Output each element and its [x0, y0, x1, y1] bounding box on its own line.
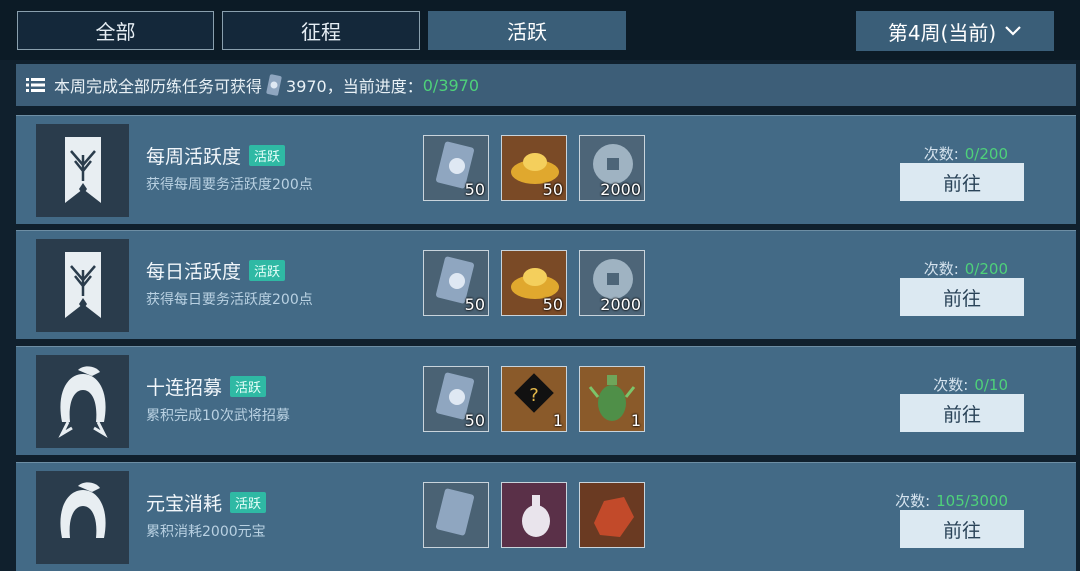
tab-all[interactable]: 全部: [17, 11, 214, 50]
goto-button[interactable]: 前往: [900, 278, 1024, 316]
reward-red-ore[interactable]: [579, 482, 645, 548]
goto-button[interactable]: 前往: [900, 510, 1024, 548]
tab-active[interactable]: 活跃: [428, 11, 626, 50]
task-count: 次数: 0/10: [933, 374, 1008, 395]
activity-badge: 活跃: [249, 145, 286, 166]
reward-token[interactable]: [423, 482, 489, 548]
reward-qty: 1: [630, 411, 641, 430]
count-label: 次数:: [923, 260, 959, 278]
goto-button[interactable]: 前往: [900, 394, 1024, 432]
reward-porcelain-vase[interactable]: [501, 482, 567, 548]
activity-badge: 活跃: [230, 376, 267, 397]
task-description: 累积完成10次武将招募: [146, 408, 290, 424]
reward-list: 50 50 2000: [423, 250, 645, 316]
goto-button[interactable]: 前往: [900, 163, 1024, 201]
task-title: 每周活跃度: [146, 146, 242, 168]
task-title: 每日活跃度: [146, 261, 242, 283]
svg-text:?: ?: [529, 385, 539, 406]
count-value: 0/10: [974, 376, 1008, 394]
reward-qty: 50: [542, 295, 563, 314]
task-description: 累积消耗2000元宝: [146, 524, 266, 540]
count-label: 次数:: [895, 492, 931, 510]
reward-mystery-item[interactable]: ? 1: [501, 366, 567, 432]
reward-qty: 2000: [600, 295, 641, 314]
task-row-weekly-activity: 每周活跃度 活跃 获得每周要务活跃度200点 50 50 2000 次数: 0/2…: [16, 115, 1076, 224]
week-selector-label: 第4周(当前): [887, 20, 997, 45]
reward-token[interactable]: 50: [423, 135, 489, 201]
reward-jade-vase[interactable]: 1: [579, 366, 645, 432]
task-count: 次数: 105/3000: [895, 490, 1008, 511]
helmet-emblem-icon: [36, 471, 129, 564]
reward-qty: 50: [464, 411, 485, 430]
task-row-ingot-spend: 元宝消耗 活跃 累积消耗2000元宝 次数: 105/3000 前往: [16, 462, 1076, 571]
task-row-ten-recruit: 十连招募 活跃 累积完成10次武将招募 50 ? 1 1 次数: 0/10 前往: [16, 346, 1076, 455]
week-selector[interactable]: 第4周(当前): [856, 11, 1054, 51]
weekly-summary-bar: 本周完成全部历练任务可获得 3970，当前进度： 0/3970: [16, 64, 1076, 106]
task-row-daily-activity: 每日活跃度 活跃 获得每日要务活跃度200点 50 50 2000 次数: 0/2…: [16, 230, 1076, 339]
reward-list: [423, 482, 645, 548]
task-title: 元宝消耗: [146, 493, 223, 515]
reward-qty: 1: [552, 411, 563, 430]
summary-amount: 3970，当前进度：: [286, 77, 423, 96]
reward-coin[interactable]: 2000: [579, 250, 645, 316]
reward-gold-ingot[interactable]: 50: [501, 250, 567, 316]
reward-coin[interactable]: 2000: [579, 135, 645, 201]
token-icon: [266, 74, 282, 96]
reward-qty: 50: [464, 180, 485, 199]
task-title: 十连招募: [146, 377, 223, 399]
count-value: 0/200: [964, 145, 1008, 163]
summary-progress: 0/3970: [422, 75, 480, 95]
banner-emblem-icon: [36, 124, 129, 217]
activity-badge: 活跃: [249, 260, 286, 281]
banner-emblem-icon: [36, 239, 129, 332]
list-icon: [26, 77, 46, 93]
task-count: 次数: 0/200: [924, 258, 1008, 279]
helmet-emblem-icon: [36, 355, 129, 448]
summary-prefix: 本周完成全部历练任务可获得: [54, 77, 263, 96]
count-label: 次数:: [933, 376, 969, 394]
reward-token[interactable]: 50: [423, 250, 489, 316]
reward-gold-ingot[interactable]: 50: [501, 135, 567, 201]
task-description: 获得每周要务活跃度200点: [146, 177, 313, 193]
task-description: 获得每日要务活跃度200点: [146, 292, 313, 308]
reward-qty: 50: [542, 180, 563, 199]
chevron-down-icon: [1005, 26, 1021, 36]
task-count: 次数: 0/200: [924, 143, 1008, 164]
count-value: 105/3000: [936, 492, 1008, 510]
reward-list: 50 50 2000: [423, 135, 645, 201]
reward-list: 50 ? 1 1: [423, 366, 645, 432]
count-label: 次数:: [923, 145, 959, 163]
reward-qty: 50: [464, 295, 485, 314]
activity-badge: 活跃: [230, 492, 267, 513]
tab-journey[interactable]: 征程: [222, 11, 420, 50]
count-value: 0/200: [964, 260, 1008, 278]
reward-qty: 2000: [600, 180, 641, 199]
reward-token[interactable]: 50: [423, 366, 489, 432]
